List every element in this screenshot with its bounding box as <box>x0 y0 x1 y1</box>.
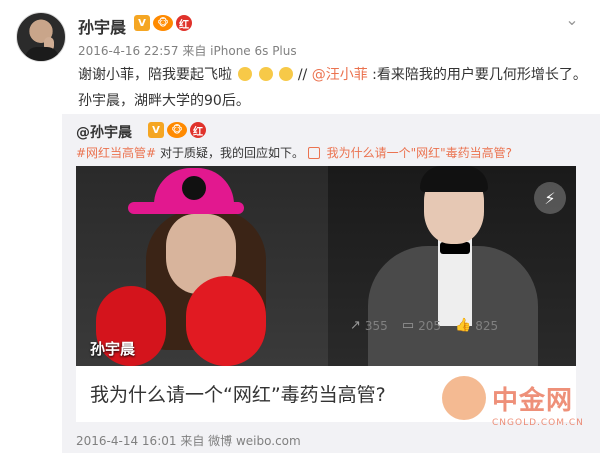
red-badge-icon[interactable]: 红 <box>190 122 206 138</box>
like-count: 825 <box>475 318 499 333</box>
cap-logo-icon <box>182 176 206 200</box>
cover-overlay-name: 孙宇晨 <box>90 340 136 358</box>
post-text-line1: 谢谢小菲，陪我要起飞啦 // @汪小菲 :看来陪我的用户要几何形增长了。 <box>78 64 587 84</box>
topic-link[interactable]: #网红当高管# <box>76 146 156 160</box>
post-text-slash: // <box>297 67 308 83</box>
verified-badge-icon[interactable]: V <box>148 122 164 138</box>
vip-badge-icon[interactable]: 🐵 <box>153 15 173 31</box>
emoji-face-icon <box>279 67 294 81</box>
repost-source: 微博 weibo.com <box>208 434 301 448</box>
avatar-shirt <box>25 47 59 61</box>
boxing-glove-icon <box>186 276 266 366</box>
thumbs-up-icon: 👍 <box>455 318 472 333</box>
weibo-post: 孙宇晨 V 🐵 红 ⌄ 2016-4-16 22:57 来自 iPhone 6s… <box>0 0 600 453</box>
repost-icon: ↗ <box>350 318 361 333</box>
author-badges: V 🐵 红 <box>134 15 192 31</box>
watermark-logo-icon <box>442 376 486 420</box>
vip-badge-icon[interactable]: 🐵 <box>167 122 187 138</box>
action-bar: ↗ 355 ▭ 205 👍 825 <box>350 318 498 333</box>
repost-source-prefix: 来自 <box>180 434 205 448</box>
post-timestamp[interactable]: 2016-4-16 22:57 <box>78 44 179 58</box>
source-prefix: 来自 <box>182 44 207 58</box>
repost-author[interactable]: @孙宇晨 <box>76 122 132 142</box>
avatar[interactable] <box>16 12 66 62</box>
chevron-down-icon[interactable]: ⌄ <box>562 10 582 30</box>
comment-count: 205 <box>418 318 442 333</box>
post-text-a: 谢谢小菲，陪我要起飞啦 <box>78 67 232 83</box>
repost-footer: 2016-4-14 16:01 来自 微博 weibo.com <box>76 432 301 449</box>
author-name[interactable]: 孙宇晨 <box>78 14 126 38</box>
comment-button[interactable]: ▭ 205 <box>402 318 441 333</box>
repost-badges: V 🐵 红 <box>148 122 206 138</box>
repost-timestamp[interactable]: 2016-4-14 16:01 <box>76 434 177 448</box>
hair-shape <box>420 166 488 192</box>
emoji-face-icon <box>258 67 273 81</box>
lightning-icon[interactable]: ⚡ <box>534 182 566 214</box>
article-title[interactable]: 我为什么请一个“网红”毒药当高管? <box>90 380 386 407</box>
post-source: iPhone 6s Plus <box>210 44 297 58</box>
watermark: 中金网 CNGOLD.COM.CN <box>442 376 600 436</box>
article-cover-image: 孙宇晨 ⚡ <box>76 166 576 366</box>
watermark-subtitle: CNGOLD.COM.CN <box>492 418 584 428</box>
article-link[interactable]: 我为什么请一个"网红"毒药当高管? <box>327 146 512 160</box>
post-meta: 2016-4-16 22:57 来自 iPhone 6s Plus <box>78 42 297 59</box>
like-button[interactable]: 👍 825 <box>455 318 498 333</box>
repost-button[interactable]: ↗ 355 <box>350 318 388 333</box>
emoji-face-icon <box>238 67 253 81</box>
post-text-line2: 孙宇晨，湖畔大学的90后。 <box>78 93 250 109</box>
repost-count: 355 <box>364 318 388 333</box>
post-text-c: :看来陪我的用户要几何形增长了。 <box>372 67 587 83</box>
comment-icon: ▭ <box>401 318 415 333</box>
verified-badge-icon[interactable]: V <box>134 15 150 31</box>
watermark-title: 中金网 <box>492 386 574 416</box>
red-badge-icon[interactable]: 红 <box>176 15 192 31</box>
repost-text: #网红当高管# 对于质疑，我的回应如下。 我为什么请一个"网红"毒药当高管? <box>76 144 512 161</box>
cap-brim-shape <box>128 202 244 214</box>
link-icon <box>307 147 320 159</box>
mention-link[interactable]: @汪小菲 <box>312 67 368 83</box>
repost-body: 对于质疑，我的回应如下。 <box>159 146 304 160</box>
left-photo <box>76 166 328 366</box>
